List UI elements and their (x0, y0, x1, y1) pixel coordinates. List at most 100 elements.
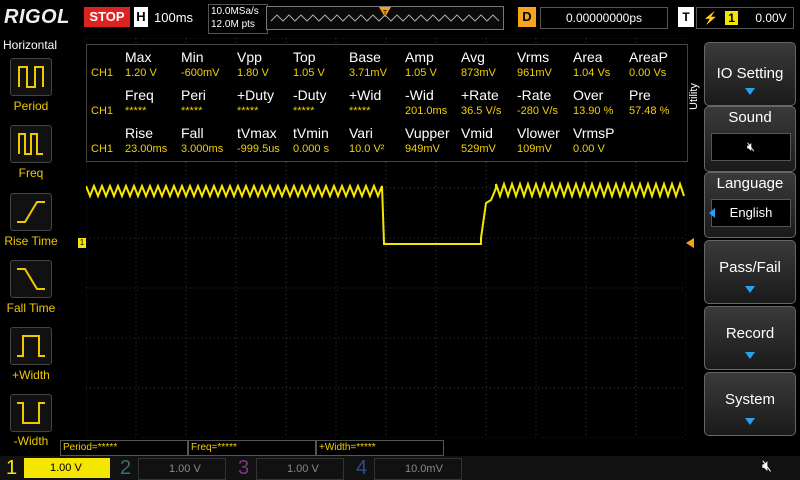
measurement-value: 109mV (517, 143, 552, 155)
measurement-name: +Rate (461, 87, 499, 103)
status-freq: Freq=***** (188, 440, 316, 456)
measurement-name: tVmin (293, 125, 329, 141)
status-plus-width: +Width=***** (316, 440, 444, 456)
measurement-name: +Wid (349, 87, 382, 103)
rise-time-icon (17, 201, 45, 223)
timebase-value[interactable]: 100ms (154, 10, 193, 25)
freq-button[interactable] (10, 125, 52, 163)
measurement-name: AreaP (629, 49, 668, 65)
run-stop-indicator[interactable]: STOP (84, 7, 130, 27)
channel-4-number: 4 (356, 457, 368, 479)
language-button[interactable]: Language English (704, 172, 796, 238)
channel-1[interactable]: 1 1.00 V (0, 456, 112, 480)
measurement-value: 0.000 s (293, 143, 330, 155)
measurement-value: 0.00 Vs (629, 67, 667, 79)
trigger-level: 0.00V (755, 11, 787, 25)
sound-button[interactable]: Sound 🔇︎ (704, 106, 796, 172)
fall-time-icon (17, 268, 45, 290)
rise-time-label: Rise Time (4, 234, 58, 248)
measurement-name: VrmsP (573, 125, 615, 141)
record-button[interactable]: Record (704, 306, 796, 370)
chevron-left-icon (709, 208, 715, 218)
measurement-value: 1.20 V (125, 67, 157, 79)
measurement-panel: Max Min Vpp Top Base Amp Avg Vrms Area AreaP CH1 1.… (86, 44, 688, 162)
measurement-name: Over (573, 87, 604, 103)
status-period: Period=***** (60, 440, 188, 456)
rise-time-button[interactable] (10, 193, 52, 231)
horizontal-label: H (134, 7, 148, 27)
channel-3[interactable]: 3 1.00 V (234, 456, 346, 480)
fall-time-label: Fall Time (6, 301, 56, 315)
measurement-value: 36.5 V/s (461, 105, 502, 117)
trigger-info[interactable]: ⚡ 1 0.00V (696, 7, 794, 29)
delay-value[interactable]: 0.00000000ps (540, 7, 668, 29)
measurement-value: 961mV (517, 67, 552, 79)
measurement-channel: CH1 (91, 143, 114, 155)
period-icon (18, 66, 44, 88)
minus-width-button[interactable] (10, 394, 52, 432)
channel-4-scale: 10.0mV (374, 458, 462, 480)
fall-time-button[interactable] (10, 260, 52, 298)
utility-tab[interactable]: Utility (688, 50, 702, 110)
brand-logo: RIGOL (4, 6, 70, 28)
measurement-name: Vmid (461, 125, 493, 141)
measurement-value: -600mV (181, 67, 220, 79)
measurement-value: 23.00ms (125, 143, 168, 155)
measurement-value: 1.05 V (293, 67, 325, 79)
measurement-name: -Rate (517, 87, 552, 103)
freq-label: Freq (18, 166, 44, 180)
measurement-value: 949mV (405, 143, 440, 155)
channel-1-scale: 1.00 V (24, 458, 110, 478)
trigger-level-marker[interactable] (686, 238, 694, 248)
io-setting-label: IO Setting (716, 65, 784, 82)
pass-fail-button[interactable]: Pass/Fail (704, 240, 796, 304)
record-label: Record (725, 325, 775, 342)
trigger-position-bar: T (266, 6, 504, 30)
channel-4[interactable]: 4 10.0mV (352, 456, 464, 480)
measurement-name: Vlower (517, 125, 560, 141)
language-value: English (711, 199, 791, 227)
ch1-waveform (86, 180, 685, 245)
system-button[interactable]: System (704, 372, 796, 436)
speaker-mute-icon[interactable]: 🔇︎ (762, 458, 772, 476)
sample-rate: 10.0MSa/s (211, 6, 259, 17)
measurement-name: Max (125, 49, 152, 65)
measurement-value: ***** (349, 105, 371, 117)
measurement-name: Top (293, 49, 316, 65)
measurement-channel: CH1 (91, 67, 114, 79)
trigger-source: 1 (725, 11, 738, 25)
measurement-name: -Wid (405, 87, 434, 103)
measurement-value: ***** (125, 105, 147, 117)
plus-width-button[interactable] (10, 327, 52, 365)
plus-width-label: +Width (12, 368, 50, 382)
measurement-value: 3.71mV (349, 67, 387, 79)
measurement-value: 873mV (461, 67, 496, 79)
measurement-name: tVmax (237, 125, 277, 141)
acquisition-info: 10.0MSa/s 12.0M pts (208, 4, 268, 34)
period-button[interactable] (10, 58, 52, 96)
ch1-offset-marker[interactable]: 1 (78, 238, 86, 248)
measurement-value: 10.0 V² (349, 143, 385, 155)
io-setting-button[interactable]: IO Setting (704, 42, 796, 106)
left-menu-title: Horizontal (2, 38, 58, 52)
measurement-value: 1.04 Vs (573, 67, 611, 79)
minus-width-label: -Width (13, 434, 49, 448)
measurement-value: ***** (293, 105, 315, 117)
channel-1-number: 1 (6, 457, 18, 479)
channel-3-scale: 1.00 V (256, 458, 344, 480)
period-label: Period (13, 99, 49, 113)
sound-mute-value: 🔇︎ (711, 133, 791, 161)
system-label: System (724, 391, 775, 408)
chevron-down-icon (745, 352, 755, 359)
measurement-name: Fall (181, 125, 204, 141)
measurement-name: Freq (125, 87, 154, 103)
measurement-value: -999.5us (237, 143, 280, 155)
measurement-name: Avg (461, 49, 485, 65)
chevron-down-icon (745, 418, 755, 425)
delay-label: D (518, 7, 536, 27)
measurement-value: ***** (237, 105, 259, 117)
measurement-channel: CH1 (91, 105, 114, 117)
measurement-name: +Duty (237, 87, 274, 103)
measurement-value: 1.05 V (405, 67, 437, 79)
channel-2[interactable]: 2 1.00 V (116, 456, 228, 480)
